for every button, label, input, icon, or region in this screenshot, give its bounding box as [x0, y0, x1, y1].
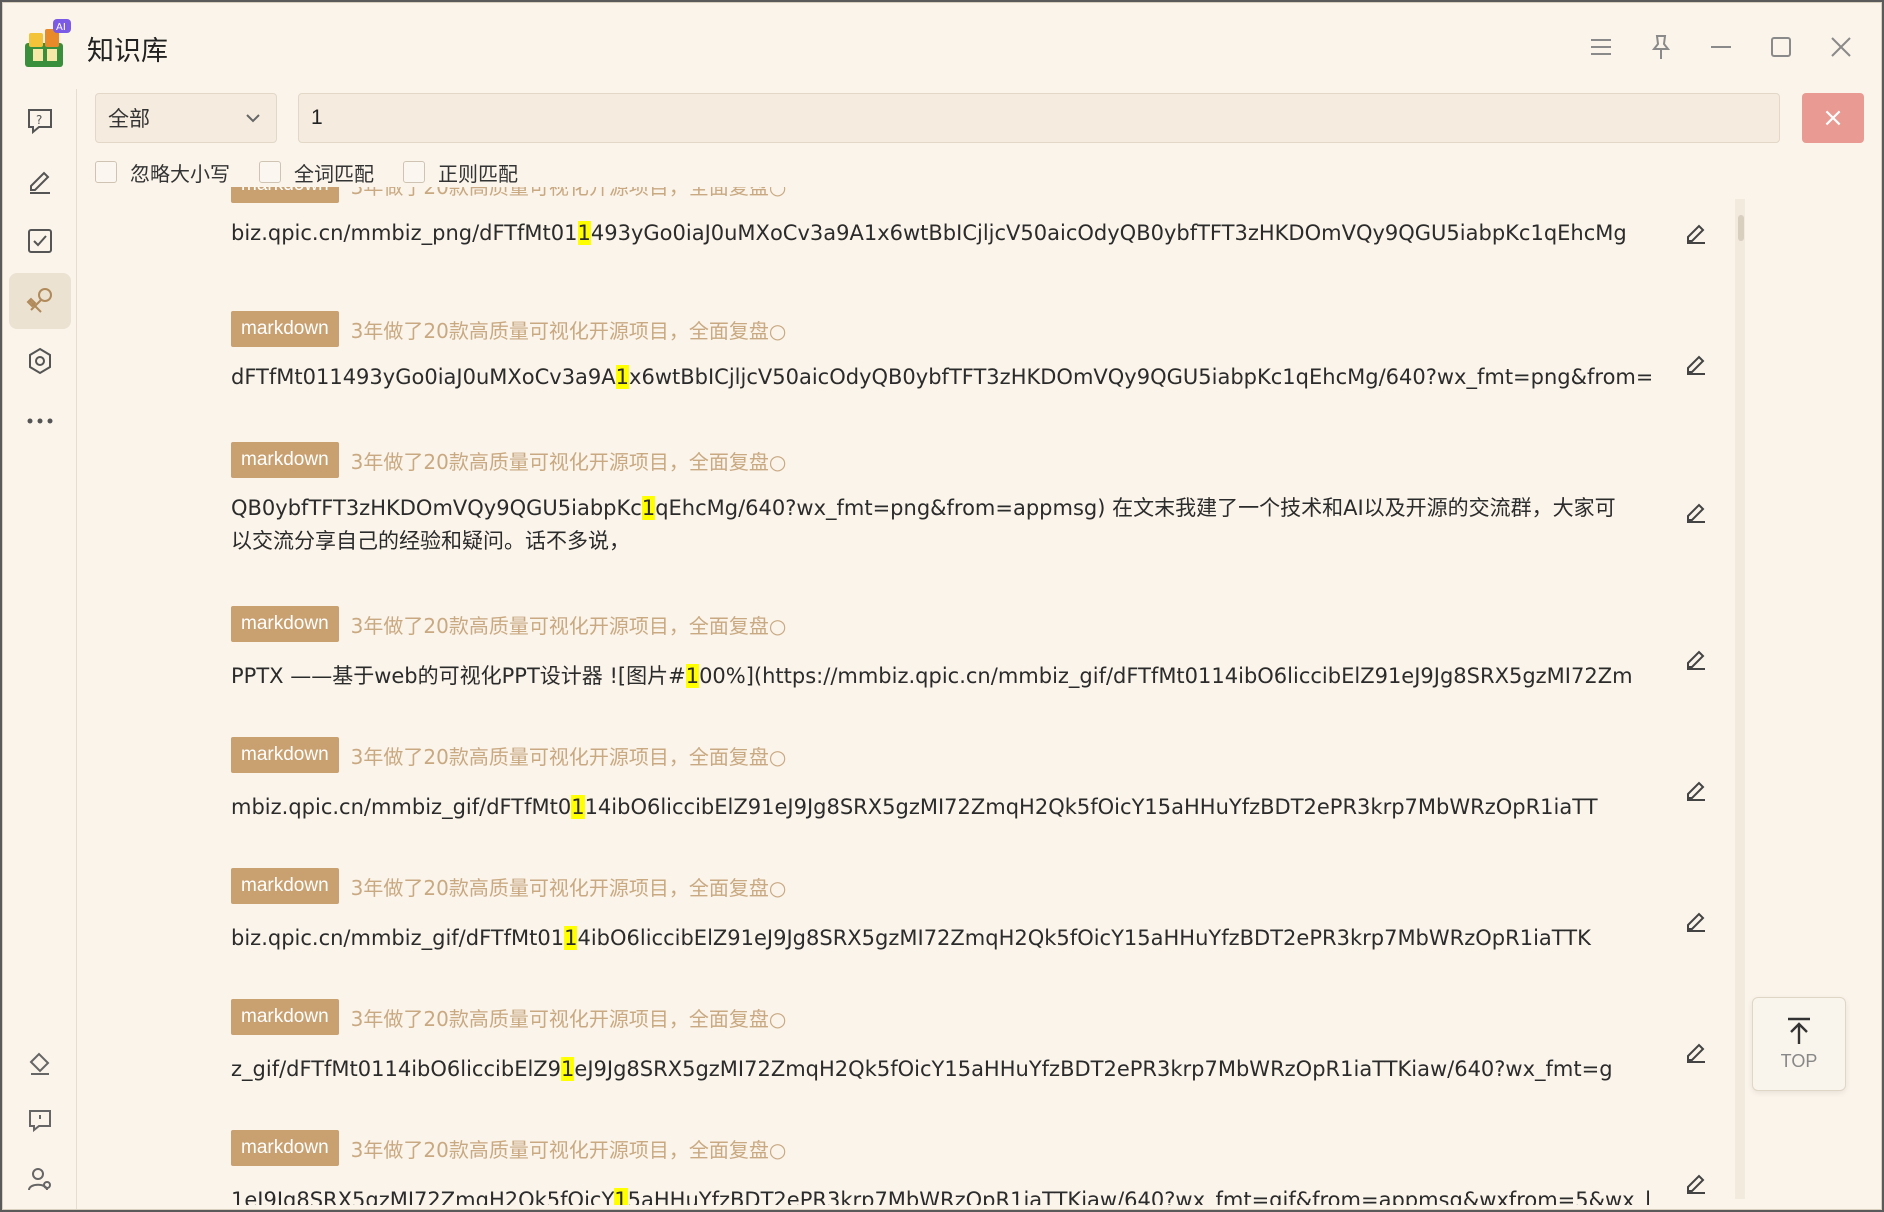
type-tag: markdown	[231, 442, 339, 478]
option-label: 忽略大小写	[130, 161, 230, 186]
whole-word-checkbox[interactable]	[259, 161, 281, 183]
source-title: 3年做了20款高质量可视化开源项目，全面复盘○	[350, 613, 787, 638]
scope-dropdown[interactable]: 全部	[95, 93, 277, 143]
source-title: 3年做了20款高质量可视化开源项目，全面复盘○	[350, 875, 787, 900]
source-title: 3年做了20款高质量可视化开源项目，全面复盘○	[351, 187, 787, 200]
settings-icon[interactable]	[9, 333, 71, 389]
match-line: mbiz.qpic.cn/mmbiz_gif/dFTfMt0114ibO6lic…	[231, 795, 1598, 819]
match-highlight: 1	[641, 496, 656, 520]
type-tag: markdown	[231, 868, 339, 904]
type-tag: markdown	[231, 606, 339, 642]
match-highlight: 1	[614, 1188, 628, 1205]
match-highlight: 1	[564, 926, 578, 950]
type-tag: markdown	[231, 187, 339, 203]
type-tag: markdown	[231, 999, 339, 1035]
back-to-top-label: TOP	[1780, 1050, 1818, 1071]
source-title: 3年做了20款高质量可视化开源项目，全面复盘○	[350, 1137, 787, 1162]
list-item[interactable]: markdown 3年做了20款高质量可视化开源项目，全面复盘○ biz.qpi…	[231, 187, 1651, 250]
scope-selected-value: 全部	[108, 107, 150, 131]
menu-icon[interactable]	[1581, 27, 1621, 67]
match-line: QB0ybfTFT3zHKDOmVQy9QGU5iabpKc1qEhcMg/64…	[231, 496, 1616, 553]
match-line: z_gif/dFTfMt0114ibO6liccibElZ91eJ9Jg8SRX…	[231, 1057, 1613, 1081]
tools-icon[interactable]	[9, 273, 71, 329]
task-check-icon[interactable]	[9, 213, 71, 269]
match-highlight: 1	[577, 221, 591, 245]
type-tag: markdown	[231, 737, 339, 773]
option-whole-word[interactable]: 全词匹配	[259, 157, 374, 187]
edit-icon[interactable]	[1681, 217, 1711, 247]
maximize-icon[interactable]	[1761, 27, 1801, 67]
app-logo-icon: AI	[23, 17, 73, 69]
feedback-icon[interactable]	[9, 1093, 71, 1149]
match-line: PPTX ——基于web的可视化PPT设计器 ![图片#100%](https:…	[231, 664, 1633, 688]
match-highlight: 1	[571, 795, 585, 819]
option-regex[interactable]: 正则匹配	[403, 157, 518, 187]
results-list: markdown 3年做了20款高质量可视化开源项目，全面复盘○ biz.qpi…	[203, 187, 1733, 1205]
list-item[interactable]: markdown 3年做了20款高质量可视化开源项目，全面复盘○ PPTX ——…	[231, 606, 1651, 693]
edit-icon[interactable]	[1681, 1167, 1711, 1197]
edit-icon[interactable]	[1681, 905, 1711, 935]
match-highlight: 1	[561, 1057, 575, 1081]
back-to-top-button[interactable]: TOP	[1752, 997, 1846, 1091]
list-item[interactable]: markdown 3年做了20款高质量可视化开源项目，全面复盘○ biz.qpi…	[231, 868, 1651, 955]
list-item[interactable]: markdown 3年做了20款高质量可视化开源项目，全面复盘○ mbiz.qp…	[231, 737, 1651, 824]
list-item[interactable]: markdown 3年做了20款高质量可视化开源项目，全面复盘○ dFTfMt0…	[231, 311, 1651, 394]
clear-search-button[interactable]: ×	[1802, 93, 1864, 143]
user-icon[interactable]	[9, 1151, 71, 1207]
edit-icon[interactable]	[1681, 496, 1711, 526]
search-input[interactable]	[298, 93, 1780, 143]
regex-checkbox[interactable]	[403, 161, 425, 183]
qa-icon[interactable]: ?	[9, 93, 71, 149]
scrollbar[interactable]	[1735, 199, 1745, 1199]
option-label: 全词匹配	[294, 161, 374, 186]
app-window: AI 知识库 ? 全部 1 × 忽略大小写 全词匹配 正则匹配 biz.qpic…	[2, 2, 1882, 1210]
source-title: 3年做了20款高质量可视化开源项目，全面复盘○	[350, 318, 787, 343]
minimize-icon[interactable]	[1701, 27, 1741, 67]
close-icon[interactable]	[1821, 27, 1861, 67]
match-line: 1eJ9Jg8SRX5gzMI72ZmqH2Qk5fOicY15aHHuYfzB…	[231, 1184, 1651, 1205]
option-ignore-case[interactable]: 忽略大小写	[95, 157, 230, 187]
ignore-case-checkbox[interactable]	[95, 161, 117, 183]
match-line: biz.qpic.cn/mmbiz_png/dFTfMt011493yGo0ia…	[231, 221, 1627, 245]
edit-icon[interactable]	[1681, 643, 1711, 673]
edit-icon[interactable]	[1681, 774, 1711, 804]
scrollbar-thumb[interactable]	[1738, 215, 1744, 241]
source-title: 3年做了20款高质量可视化开源项目，全面复盘○	[350, 744, 787, 769]
type-tag: markdown	[231, 311, 339, 347]
match-line: biz.qpic.cn/mmbiz_gif/dFTfMt0114ibO6licc…	[231, 926, 1591, 950]
list-item[interactable]: markdown 3年做了20款高质量可视化开源项目，全面复盘○ 1eJ9Jg8…	[231, 1130, 1651, 1205]
source-title: 3年做了20款高质量可视化开源项目，全面复盘○	[350, 1006, 787, 1031]
match-line: dFTfMt011493yGo0iaJ0uMXoCv3a9A1x6wtBbICj…	[231, 365, 1651, 389]
type-tag: markdown	[231, 1130, 339, 1166]
app-title: 知识库	[87, 36, 168, 67]
more-icon[interactable]	[9, 393, 71, 449]
arrow-up-icon	[1788, 1017, 1810, 1044]
match-highlight: 1	[685, 664, 700, 688]
match-highlight: 1	[615, 365, 630, 389]
list-item[interactable]: markdown 3年做了20款高质量可视化开源项目，全面复盘○ QB0ybfT…	[231, 442, 1651, 558]
edit-icon[interactable]	[1681, 1036, 1711, 1066]
theme-icon[interactable]	[9, 1035, 71, 1091]
svg-text:?: ?	[36, 113, 42, 127]
option-label: 正则匹配	[438, 161, 518, 186]
edit-note-icon[interactable]	[9, 153, 71, 209]
edit-icon[interactable]	[1681, 348, 1711, 378]
svg-text:AI: AI	[56, 22, 66, 33]
title-bar: AI 知识库	[3, 3, 1881, 89]
source-title: 3年做了20款高质量可视化开源项目，全面复盘○	[350, 449, 787, 474]
list-item[interactable]: markdown 3年做了20款高质量可视化开源项目，全面复盘○ z_gif/d…	[231, 999, 1651, 1086]
pin-icon[interactable]	[1641, 27, 1681, 67]
chevron-down-icon	[244, 108, 262, 132]
side-rail: ?	[3, 89, 77, 1209]
